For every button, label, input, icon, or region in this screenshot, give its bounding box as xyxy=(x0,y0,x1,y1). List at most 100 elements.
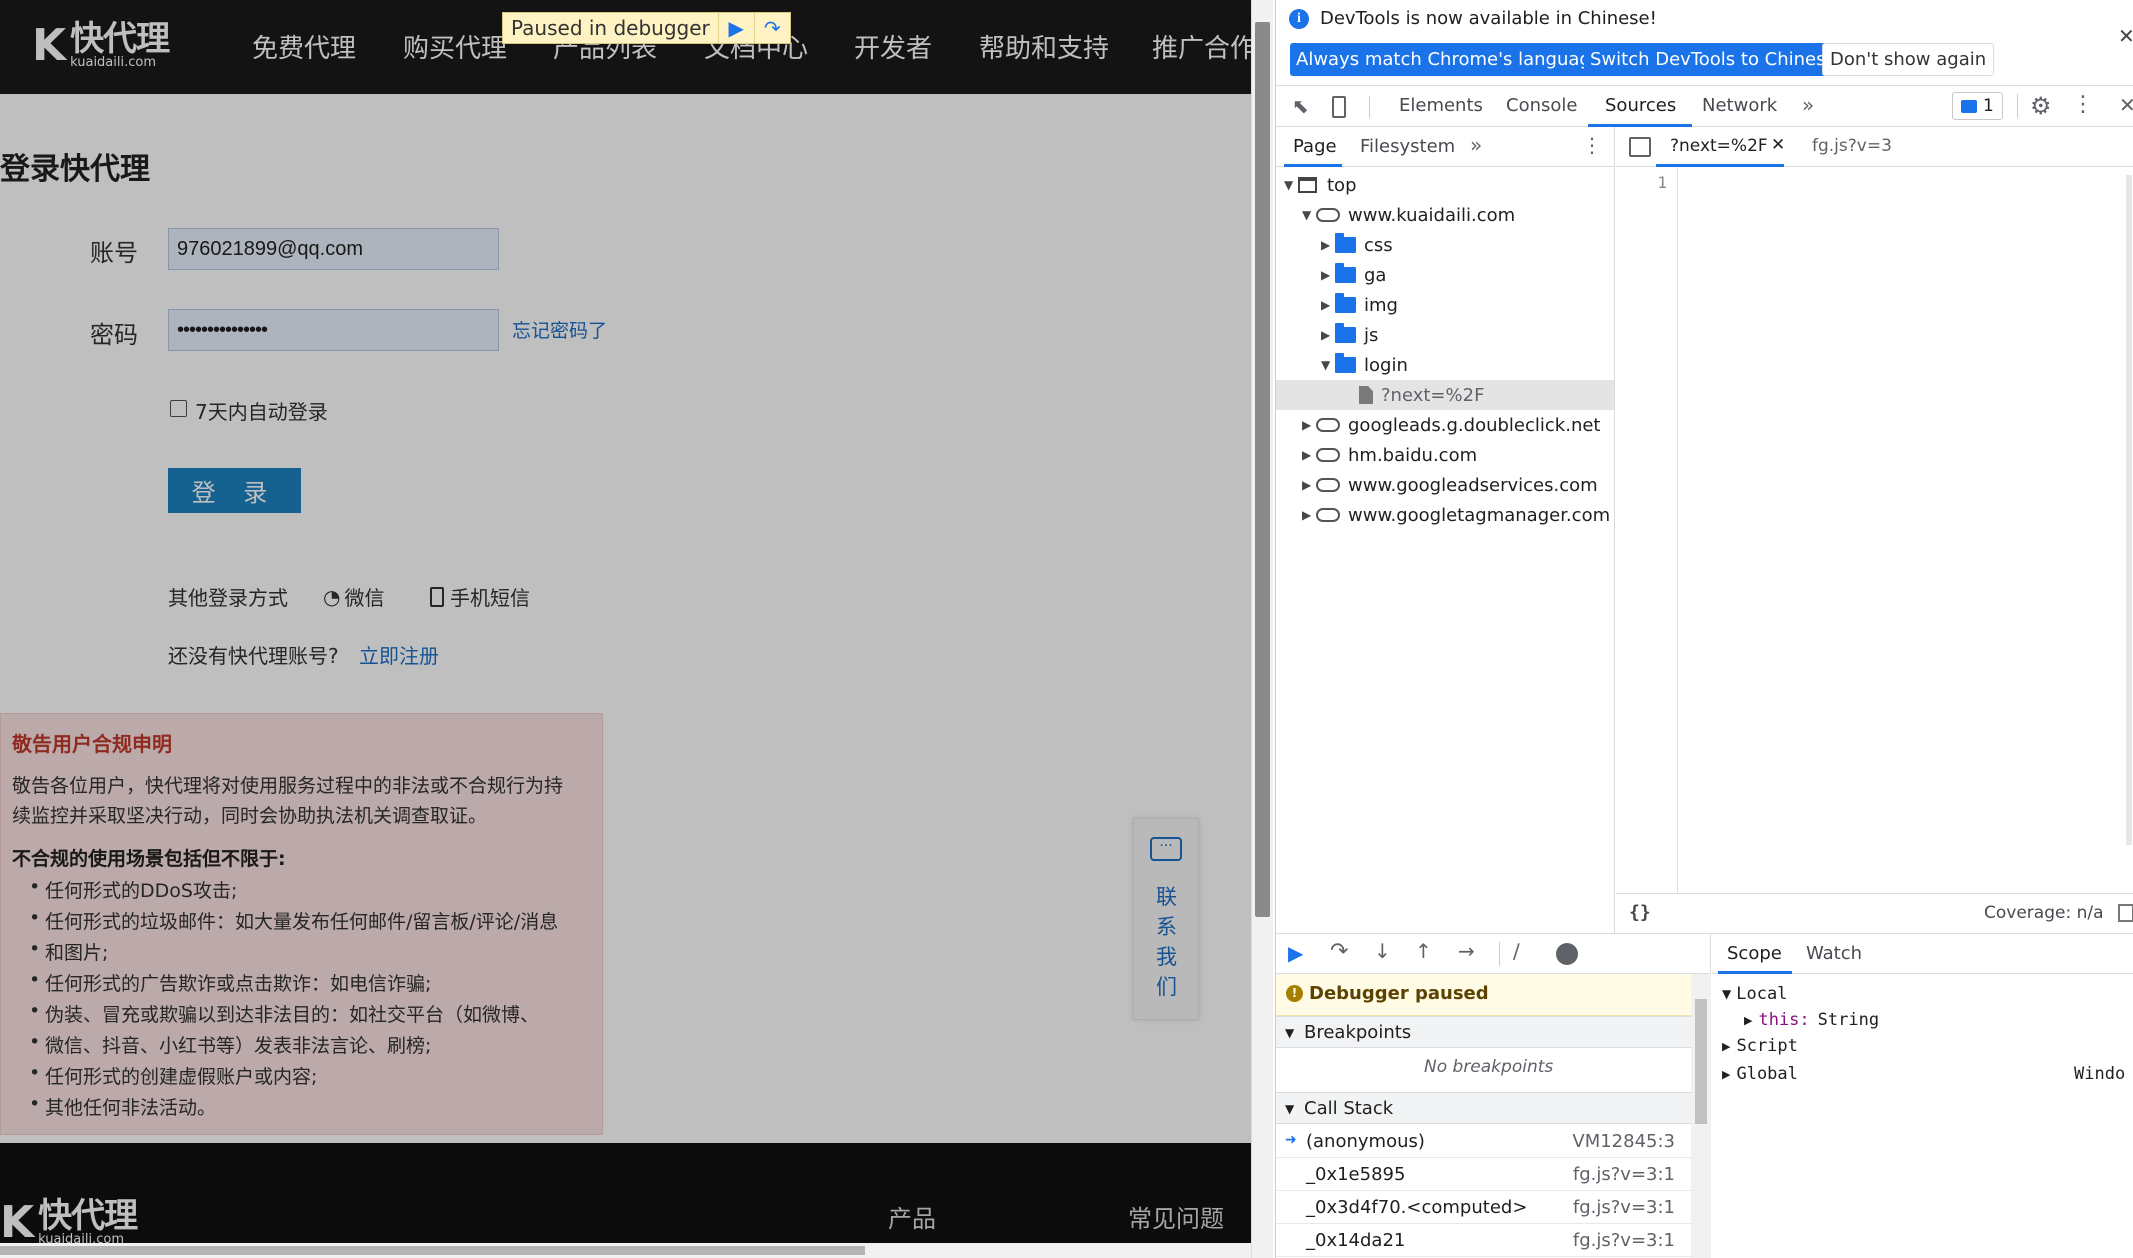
forgot-password-link[interactable]: 忘记密码了 xyxy=(512,316,607,343)
vscroll-thumb[interactable] xyxy=(1255,22,1270,917)
contact-us-widget[interactable]: ··· 联 系 我 们 xyxy=(1133,818,1199,1020)
compliance-notice: 敬告用户合规申明 敬告各位用户，快代理将对使用服务过程中的非法或不合规行为持 续… xyxy=(0,713,603,1135)
tree-folder-login[interactable]: ▼ login xyxy=(1321,350,1408,380)
tree-folder-css[interactable]: ▶ css xyxy=(1321,230,1393,260)
editor-scrollbar[interactable] xyxy=(2126,175,2132,845)
footer-logo[interactable]: K 快代理 kuaidaili.com xyxy=(0,1199,138,1246)
tab-scope[interactable]: Scope xyxy=(1727,943,1782,964)
frame-location[interactable]: fg.js?v=3:1 xyxy=(1573,1230,1675,1251)
step-over-icon[interactable]: ↷ xyxy=(1330,939,1348,964)
more-tabs-icon[interactable]: » xyxy=(1802,93,1814,117)
frame-location[interactable]: fg.js?v=3:1 xyxy=(1573,1164,1675,1185)
tree-folder-img[interactable]: ▶ img xyxy=(1321,290,1398,320)
tree-top-frame[interactable]: ▼ top xyxy=(1284,170,1357,200)
login-button[interactable]: 登 录 xyxy=(168,468,301,513)
callstack-frame[interactable]: _0x3d4f70.<computed> fg.js?v=3:1 xyxy=(1276,1191,1691,1224)
remember-checkbox[interactable] xyxy=(170,400,187,417)
switch-chinese-button[interactable]: Switch DevTools to Chinese xyxy=(1584,43,1843,76)
tab-elements[interactable]: Elements xyxy=(1399,95,1483,116)
page-horizontal-scrollbar[interactable] xyxy=(0,1243,1251,1258)
footer-link-products[interactable]: 产品 xyxy=(888,1199,936,1234)
frame-location[interactable]: fg.js?v=3:1 xyxy=(1573,1197,1675,1218)
scope-script[interactable]: ▶ Script xyxy=(1722,1036,1798,1056)
nav-buy-proxy[interactable]: 购买代理 xyxy=(403,28,507,65)
tree-domain[interactable]: ▶ www.googletagmanager.com xyxy=(1302,500,1610,530)
callstack-header[interactable]: ▼ Call Stack xyxy=(1276,1092,1691,1124)
folder-icon xyxy=(1335,353,1356,373)
account-input[interactable]: 976021899@qq.com xyxy=(168,228,499,270)
cloud-icon xyxy=(1316,448,1340,462)
nav-help[interactable]: 帮助和支持 xyxy=(979,28,1109,65)
step-over-icon[interactable]: ↷ xyxy=(753,13,790,43)
frame-function: _0x1e5895 xyxy=(1306,1164,1406,1185)
callstack-frame[interactable]: _0x14da21 fg.js?v=3:1 xyxy=(1276,1224,1691,1257)
wechat-login[interactable]: ◔ 微信 xyxy=(323,582,384,611)
tree-domain[interactable]: ▶ googleads.g.doubleclick.net xyxy=(1302,410,1600,440)
more-subtabs-icon[interactable]: » xyxy=(1470,133,1482,157)
dont-show-again-button[interactable]: Don't show again xyxy=(1822,43,1995,76)
inspect-element-icon[interactable]: ⬉ xyxy=(1292,94,1309,118)
step-into-icon[interactable]: ↓ xyxy=(1374,939,1391,963)
nav-free-proxy[interactable]: 免费代理 xyxy=(252,28,356,65)
match-language-button[interactable]: Always match Chrome's language xyxy=(1290,43,1608,76)
scope-local[interactable]: ▼ Local xyxy=(1722,984,1787,1004)
subtab-page[interactable]: Page xyxy=(1293,136,1337,157)
tree-folder-ga[interactable]: ▶ ga xyxy=(1321,260,1386,290)
tab-console[interactable]: Console xyxy=(1506,95,1577,116)
tab-network[interactable]: Network xyxy=(1702,95,1777,116)
register-link[interactable]: 立即注册 xyxy=(359,640,439,669)
tree-domain[interactable]: ▶ hm.baidu.com xyxy=(1302,440,1477,470)
close-tab-icon[interactable]: ✕ xyxy=(1771,135,1785,155)
nav-partners[interactable]: 推广合作 xyxy=(1152,28,1251,65)
scope-global-value: Windo xyxy=(2074,1064,2126,1084)
navigator-menu-icon[interactable]: ⋮ xyxy=(1582,133,1602,157)
coverage-icon[interactable] xyxy=(2118,904,2133,922)
editor-tab-fg[interactable]: fg.js?v=3 xyxy=(1812,136,1892,156)
subtab-filesystem[interactable]: Filesystem xyxy=(1360,136,1455,157)
tree-domain[interactable]: ▼ www.kuaidaili.com xyxy=(1302,200,1515,230)
collapse-arrow-icon: ▶ xyxy=(1302,478,1312,492)
close-devtools-icon[interactable]: ✕ xyxy=(2119,93,2133,117)
hscroll-thumb[interactable] xyxy=(0,1246,865,1255)
step-icon[interactable]: → xyxy=(1458,939,1475,963)
breakpoints-header[interactable]: ▼ Breakpoints xyxy=(1276,1016,1691,1048)
tree-folder-js[interactable]: ▶ js xyxy=(1321,320,1378,350)
frame-location[interactable]: VM12845:3 xyxy=(1572,1131,1675,1152)
pretty-print-icon[interactable]: {} xyxy=(1629,902,1651,923)
nav-developers[interactable]: 开发者 xyxy=(854,28,932,65)
sms-login[interactable]: 手机短信 xyxy=(430,582,530,611)
site-logo[interactable]: K 快代理 kuaidaili.com xyxy=(32,22,170,69)
folder-icon xyxy=(1335,323,1356,343)
password-input[interactable]: ••••••••••••••• xyxy=(168,309,499,351)
language-infobar: i DevTools is now available in Chinese! … xyxy=(1276,0,2133,80)
line-number: 1 xyxy=(1657,173,1667,192)
pause-on-exceptions-icon[interactable] xyxy=(1556,943,1578,965)
tab-sources[interactable]: Sources xyxy=(1605,95,1676,116)
page-vertical-scrollbar[interactable] xyxy=(1251,0,1273,1258)
paused-label: Paused in debugger xyxy=(511,16,710,40)
tree-domain[interactable]: ▶ www.googleadservices.com xyxy=(1302,470,1598,500)
scope-this-entry[interactable]: ▶ this: String xyxy=(1744,1010,1879,1030)
device-toolbar-icon[interactable] xyxy=(1332,96,1346,118)
resume-execution-icon[interactable]: ▶ xyxy=(1288,941,1303,965)
step-out-icon[interactable]: ↑ xyxy=(1415,939,1432,963)
callstack-frame[interactable]: _0x1e5895 fg.js?v=3:1 xyxy=(1276,1158,1691,1191)
collapse-arrow-icon: ▶ xyxy=(1321,268,1331,282)
footer-link-faq[interactable]: 常见问题 xyxy=(1128,1199,1224,1234)
infobar-close-icon[interactable]: ✕ xyxy=(2118,24,2133,48)
callstack-frame[interactable]: ➜ (anonymous) VM12845:3 xyxy=(1276,1125,1691,1158)
customize-menu-icon[interactable]: ⋮ xyxy=(2072,92,2094,117)
issues-counter[interactable]: 1 xyxy=(1952,92,2003,120)
debugger-scroll-thumb[interactable] xyxy=(1695,999,1707,1124)
collapse-arrow-icon: ▶ xyxy=(1302,508,1312,522)
debugger-scrollbar[interactable] xyxy=(1691,974,1711,1258)
tab-watch[interactable]: Watch xyxy=(1806,943,1862,964)
resume-icon[interactable]: ▶ xyxy=(717,13,754,43)
tree-file-next[interactable]: ?next=%2F xyxy=(1359,380,1484,410)
toggle-navigator-icon[interactable] xyxy=(1629,137,1651,157)
editor-tab-next[interactable]: ?next=%2F ✕ xyxy=(1656,127,1785,167)
scope-global[interactable]: ▶ Global xyxy=(1722,1064,1798,1084)
settings-gear-icon[interactable]: ⚙ xyxy=(2030,92,2052,120)
scope-tab-indicator xyxy=(1718,971,1792,974)
deactivate-breakpoints-icon[interactable]: ∕ xyxy=(1513,939,1520,963)
